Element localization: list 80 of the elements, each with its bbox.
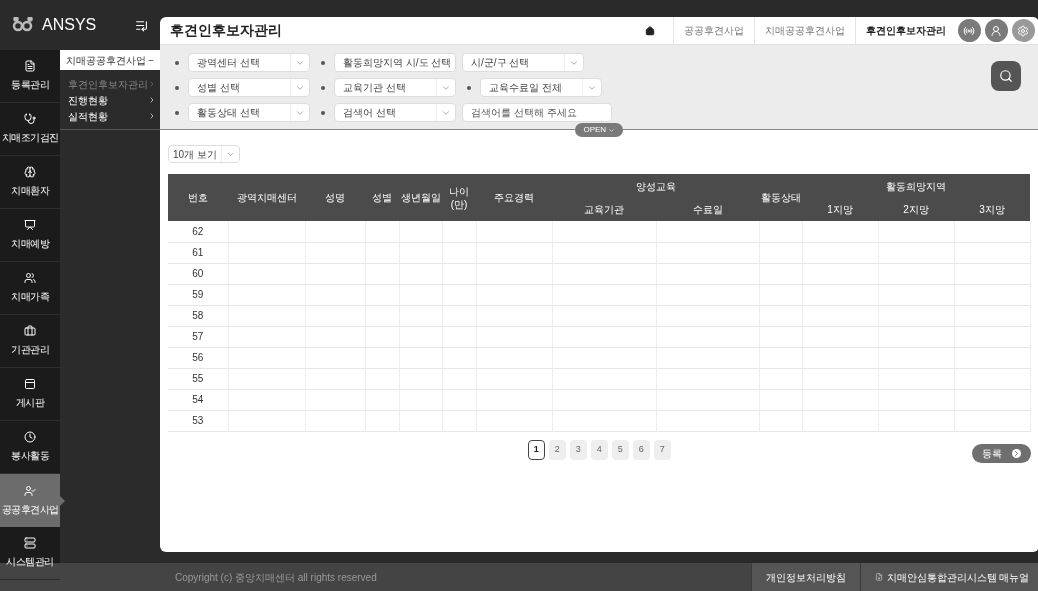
rail-icon: [24, 325, 36, 337]
settings-button[interactable]: [1011, 19, 1035, 42]
rail-icon: [24, 60, 36, 72]
page-button[interactable]: 3: [569, 439, 587, 460]
copyright-text: Copyright (c) 중앙치매센터 all rights reserved: [175, 570, 378, 585]
breadcrumb-link[interactable]: 후견인후보자관리: [854, 17, 956, 44]
rail-icon: [24, 166, 36, 178]
column-header: 나이 (만): [442, 174, 476, 221]
select-field[interactable]: 시/군/구 선택: [462, 53, 584, 72]
column-header: 활동희망지역: [802, 174, 1030, 198]
search-button[interactable]: [990, 61, 1021, 91]
table-cell: 59: [168, 284, 228, 305]
footer-link[interactable]: 개인정보처리방침: [750, 563, 860, 591]
page-button[interactable]: 4: [590, 439, 608, 460]
column-header: 1지망: [802, 198, 878, 221]
logo-icon: [12, 17, 34, 33]
table-cell: 56: [168, 347, 228, 368]
column-header: 3지망: [954, 198, 1030, 221]
column-header: 성명: [305, 174, 365, 221]
document-icon: [874, 573, 883, 581]
column-header: 수료일: [656, 198, 759, 221]
table-cell: 55: [168, 368, 228, 389]
table-cell: 54: [168, 389, 228, 410]
column-header: 성별: [365, 174, 399, 221]
page-title: 후견인후보자관리: [170, 21, 283, 40]
page-size-select[interactable]: 10개 보기: [168, 145, 240, 163]
page-button[interactable]: 1: [527, 439, 545, 460]
chevron-down-icon: [608, 126, 616, 134]
select-field[interactable]: 교육기관 선택: [334, 78, 456, 97]
page-button[interactable]: 7: [653, 439, 671, 460]
submenu-item[interactable]: 후견인후보자관리: [60, 76, 160, 92]
search-input[interactable]: 검색어를 선택해 주세요: [462, 103, 612, 122]
column-header: 생년월일: [399, 174, 442, 221]
table-cell: 61: [168, 242, 228, 263]
select-field[interactable]: 교육수료일 전체: [480, 78, 602, 97]
table-cell: 62: [168, 221, 228, 242]
register-button[interactable]: 등록: [971, 443, 1031, 463]
submenu-item[interactable]: 실적현황: [60, 108, 160, 124]
page-button[interactable]: 5: [611, 439, 629, 460]
rail-icon: [24, 113, 36, 125]
rail-icon: [24, 378, 36, 390]
select-field[interactable]: 성별 선택: [188, 78, 310, 97]
table-cell: 53: [168, 410, 228, 431]
select-field[interactable]: 활동상태 선택: [188, 103, 310, 122]
select-field[interactable]: 광역센터 선택: [188, 53, 310, 72]
chevron-right-icon: [1011, 448, 1021, 458]
antenna-icon: [963, 24, 975, 37]
app-logo: ANSYS: [42, 15, 98, 35]
home-icon[interactable]: [644, 25, 655, 36]
rail-icon: [24, 272, 36, 284]
column-header: 활동상태: [759, 174, 802, 221]
page-button[interactable]: 6: [632, 439, 650, 460]
table-cell: 58: [168, 305, 228, 326]
menu-toggle-icon[interactable]: [135, 18, 148, 32]
footer-link[interactable]: 치매안심통합관리시스템 매뉴얼: [859, 563, 1038, 591]
table-cell: 57: [168, 326, 228, 347]
rail-icon: [24, 431, 36, 443]
column-header: 양성교육: [552, 174, 759, 198]
rail-icon: [24, 484, 36, 497]
table-cell: 60: [168, 263, 228, 284]
user-icon: [990, 24, 1002, 37]
submenu-item[interactable]: 진행현황: [60, 92, 160, 108]
breadcrumb-link[interactable]: 치매공공후견사업: [753, 17, 855, 44]
column-header: 교육기관: [552, 198, 656, 221]
settings-icon: [1017, 24, 1029, 37]
column-header: 2지망: [878, 198, 954, 221]
rail-icon: [24, 537, 36, 549]
column-header: 번호: [168, 174, 228, 221]
select-field[interactable]: 활동희망지역 시/도 선택: [334, 53, 456, 72]
broadcast-button[interactable]: [957, 19, 981, 42]
breadcrumb-link[interactable]: 공공후견사업: [672, 17, 754, 44]
submenu-header[interactable]: 치매공공후견사업 −: [60, 50, 160, 70]
page-button[interactable]: 2: [548, 439, 566, 460]
search-icon: [998, 69, 1013, 83]
filter-toggle-button[interactable]: OPEN: [575, 123, 624, 137]
select-field[interactable]: 검색어 선택: [334, 103, 456, 122]
rail-icon: [24, 219, 36, 231]
user-button[interactable]: [984, 19, 1008, 42]
column-header: 주요경력: [476, 174, 552, 221]
column-header: 광역치매센터: [228, 174, 305, 221]
